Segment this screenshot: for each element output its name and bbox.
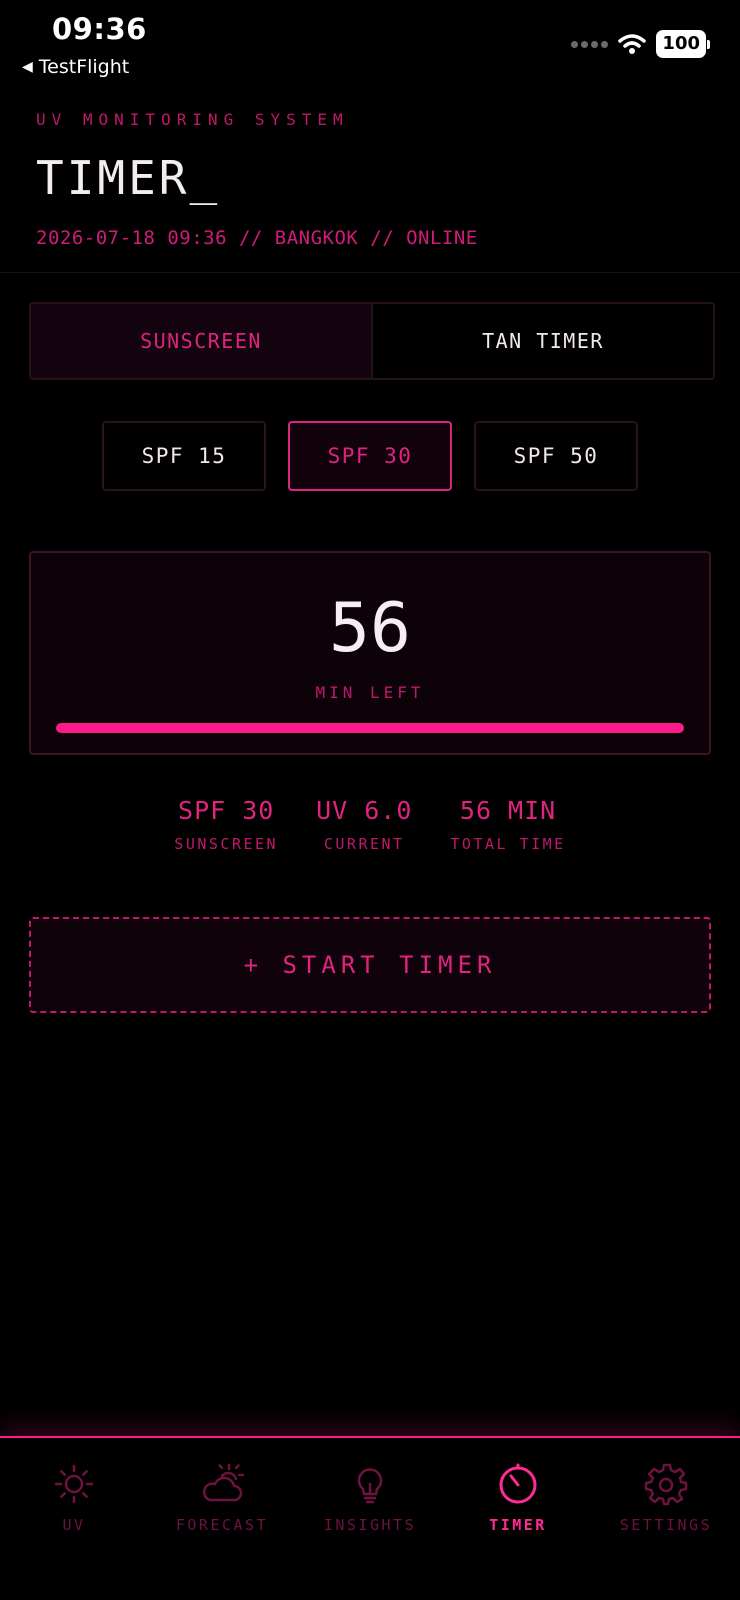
stat-label: SUNSCREEN <box>174 835 279 853</box>
page-title: TIMER_ <box>36 151 221 205</box>
stat-current-uv: UV 6.0 CURRENT <box>316 796 412 853</box>
stat-total-time: 56 MIN TOTAL TIME <box>450 796 565 853</box>
status-bar: 09:36 ◀ TestFlight 100 <box>0 0 740 88</box>
start-timer-button[interactable]: + START TIMER <box>29 917 711 1013</box>
tab-label: FORECAST <box>175 1516 269 1534</box>
spf-50-button[interactable]: SPF 50 <box>474 421 638 491</box>
minutes-remaining-value: 56 <box>329 589 411 668</box>
stat-value: 56 MIN <box>459 796 557 825</box>
timer-progress-fill <box>56 723 684 733</box>
page-header: UV MONITORING SYSTEM TIMER_ 2026-07-18 0… <box>36 110 716 249</box>
stat-label: TOTAL TIME <box>450 835 566 853</box>
lightbulb-icon <box>357 1468 383 1504</box>
timer-icon <box>499 1463 537 1504</box>
back-arrow-icon: ◀ <box>22 59 33 75</box>
sun-icon <box>54 1464 94 1504</box>
tab-timer[interactable]: TIMER <box>444 1462 592 1534</box>
tab-label: UV <box>62 1516 86 1534</box>
tab-uv[interactable]: UV <box>0 1462 148 1534</box>
timer-progress-track <box>56 723 684 733</box>
status-icons: 100 <box>571 30 710 58</box>
stat-value: UV 6.0 <box>316 796 413 825</box>
stat-label: CURRENT <box>323 835 405 853</box>
tab-tan-timer[interactable]: TAN TIMER <box>373 304 713 378</box>
back-link-label: TestFlight <box>38 56 130 78</box>
minutes-remaining-label: MIN LEFT <box>315 683 425 702</box>
tab-sunscreen[interactable]: SUNSCREEN <box>31 304 373 378</box>
status-meta-line: 2026-07-18 09:36 // BANGKOK // ONLINE <box>36 227 478 249</box>
cellular-signal-icon <box>571 40 609 48</box>
timer-display-card: 56 MIN LEFT <box>29 551 711 755</box>
back-to-testflight-link[interactable]: ◀ TestFlight <box>22 56 129 78</box>
system-eyebrow: UV MONITORING SYSTEM <box>36 110 349 129</box>
stat-sunscreen: SPF 30 SUNSCREEN <box>174 796 278 853</box>
wifi-icon <box>618 34 647 54</box>
bottom-tab-bar: UV FORECAST INSIGHTS TIMER SETTINGS <box>0 1436 740 1600</box>
spf-30-button[interactable]: SPF 30 <box>288 421 452 491</box>
battery-icon: 100 <box>656 30 710 58</box>
tab-label: TIMER <box>489 1516 547 1534</box>
gear-icon <box>644 1463 688 1506</box>
status-time: 09:36 <box>52 12 147 46</box>
mode-tabs: SUNSCREEN TAN TIMER <box>29 302 715 380</box>
cloud-sun-icon <box>202 1463 245 1502</box>
tab-forecast[interactable]: FORECAST <box>148 1462 296 1534</box>
timer-stats: SPF 30 SUNSCREEN UV 6.0 CURRENT 56 MIN T… <box>0 796 740 853</box>
header-divider <box>0 272 740 273</box>
tab-label: INSIGHTS <box>323 1516 417 1534</box>
tab-insights[interactable]: INSIGHTS <box>296 1462 444 1534</box>
stat-value: SPF 30 <box>178 796 275 825</box>
battery-level: 100 <box>656 30 706 58</box>
spf-15-button[interactable]: SPF 15 <box>102 421 266 491</box>
tab-label: SETTINGS <box>619 1516 713 1534</box>
spf-selector: SPF 15 SPF 30 SPF 50 <box>102 421 638 491</box>
tab-settings[interactable]: SETTINGS <box>592 1462 740 1534</box>
